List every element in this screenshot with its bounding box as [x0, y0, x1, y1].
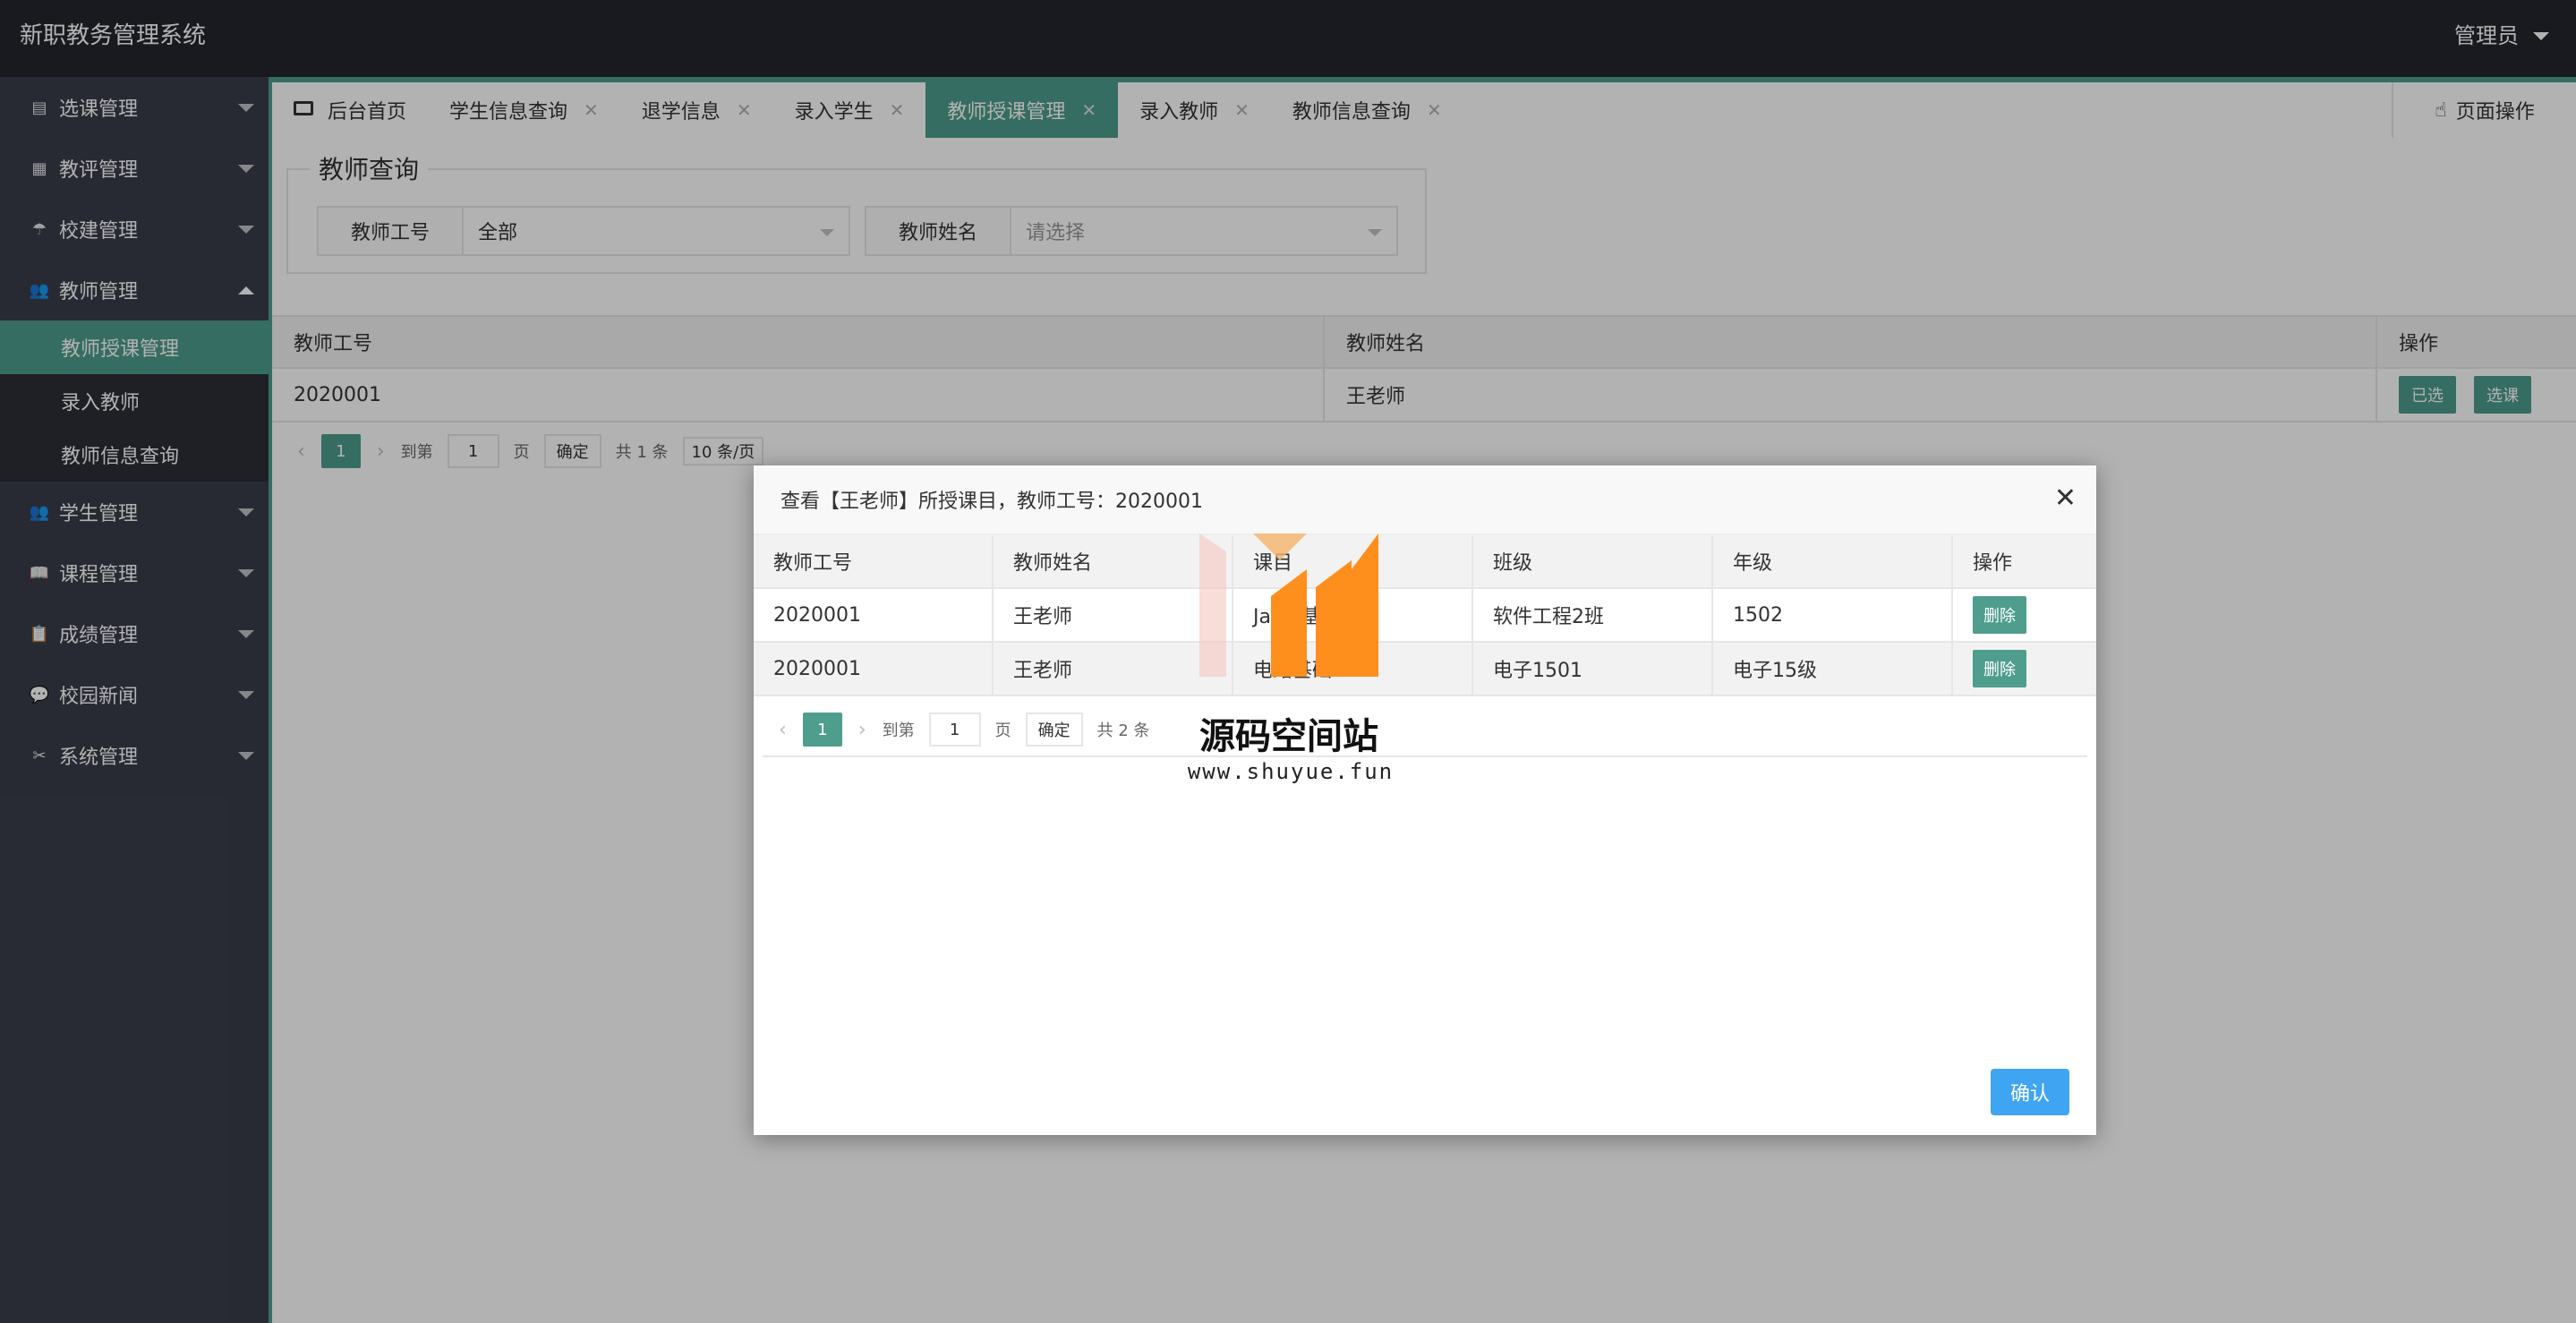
- table-header-cell: 年级: [1713, 535, 1953, 587]
- close-icon[interactable]: ✕: [2054, 485, 2077, 512]
- next-page-icon[interactable]: ›: [858, 719, 866, 741]
- table-row: 2020001 王老师 电路基础 电子1501 电子15级 删除: [754, 643, 2096, 696]
- teacher-courses-modal: 查看【王老师】所授课目，教师工号：2020001 ✕ 教师工号 教师姓名 课目 …: [754, 465, 2096, 1135]
- goto-label: 到第: [882, 721, 915, 740]
- watermark-url: www.shuyue.fun: [1187, 759, 1395, 784]
- table-cell: 2020001: [754, 589, 994, 641]
- confirm-button[interactable]: 确认: [1990, 1069, 2069, 1115]
- table-cell: 王老师: [994, 643, 1233, 695]
- table-header-cell: 班级: [1473, 535, 1713, 587]
- delete-button[interactable]: 删除: [1973, 596, 2026, 634]
- goto-confirm-button[interactable]: 确定: [1025, 713, 1083, 747]
- table-header-row: 教师工号 教师姓名 课目 班级 年级 操作: [754, 535, 2096, 589]
- modal-title: 查看【王老师】所授课目，教师工号：2020001: [780, 491, 1203, 513]
- courses-table: 教师工号 教师姓名 课目 班级 年级 操作 2020001 王老师 Java 基…: [754, 535, 2096, 696]
- table-cell: 电子15级: [1713, 643, 1953, 695]
- table-header-cell: 操作: [1973, 552, 2013, 575]
- prev-page-icon[interactable]: ‹: [779, 719, 787, 741]
- page-unit-label: 页: [994, 721, 1011, 740]
- table-cell: 1502: [1713, 589, 1953, 641]
- table-cell: 王老师: [994, 589, 1233, 641]
- delete-button[interactable]: 删除: [1973, 650, 2026, 687]
- current-page[interactable]: 1: [802, 713, 842, 747]
- modal-pagination: ‹ 1 › 到第 1 页 确定 共 2 条: [763, 704, 2087, 757]
- table-actions-cell: 删除: [1953, 589, 2096, 641]
- table-row: 2020001 王老师 Java 基础 软件工程2班 1502 删除: [754, 589, 2096, 643]
- table-cell: 2020001: [754, 643, 994, 695]
- table-cell: 电路基础: [1233, 643, 1473, 695]
- table-cell: 电子1501: [1473, 643, 1713, 695]
- table-cell: 软件工程2班: [1473, 589, 1713, 641]
- page-input[interactable]: 1: [928, 713, 981, 747]
- table-cell: Java 基础: [1233, 589, 1473, 641]
- table-header-cell: 教师工号: [754, 535, 994, 587]
- table-actions-cell: 删除: [1953, 643, 2096, 695]
- watermark-text: 源码空间站: [1199, 716, 1378, 757]
- total-count: 共 2 条: [1096, 721, 1150, 740]
- modal-header: 查看【王老师】所授课目，教师工号：2020001 ✕: [754, 465, 2096, 535]
- table-header-cell: 教师姓名: [994, 535, 1233, 587]
- table-header-cell: 课目: [1233, 535, 1473, 587]
